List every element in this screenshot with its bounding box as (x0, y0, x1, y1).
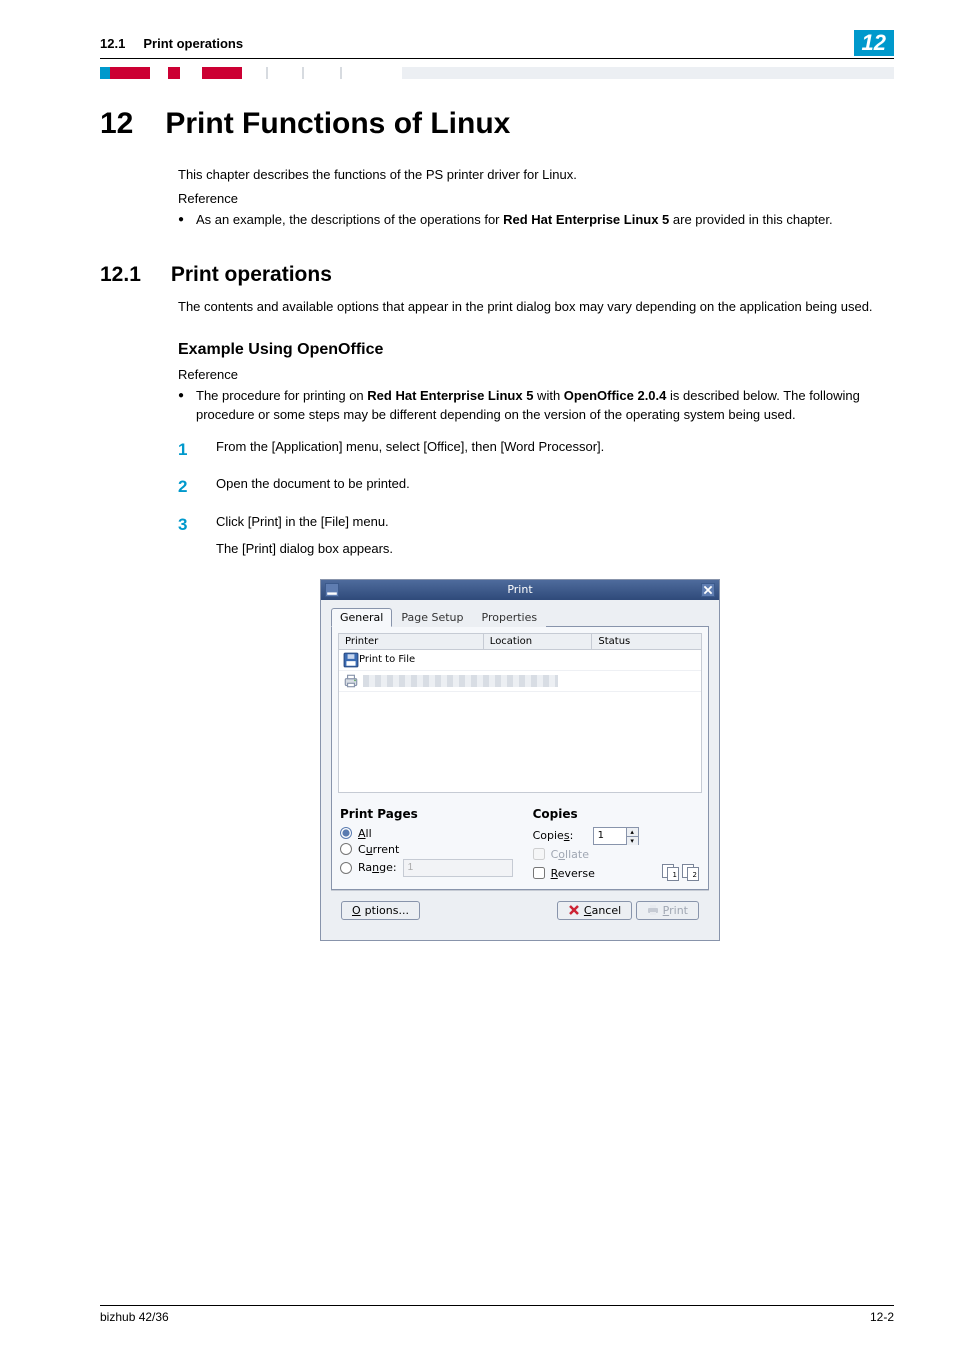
intro-p1: This chapter describes the functions of … (178, 165, 894, 185)
dialog-tabs: General Page Setup Properties (331, 608, 709, 627)
header-section-title: Print operations (143, 36, 243, 51)
h1-text: Print Functions of Linux (165, 107, 510, 141)
print-pages-group: Print Pages All Current Range: (340, 807, 513, 883)
print-dialog: Print General Page Setup Properties Prin… (320, 579, 720, 941)
h3: Example Using OpenOffice (178, 341, 894, 359)
dialog-titlebar[interactable]: Print (321, 580, 719, 600)
copies-row: Copies: 1 ▴ ▾ (533, 827, 700, 845)
check-collate-input (533, 848, 545, 860)
cancel-button[interactable]: Cancel (557, 901, 632, 920)
h1-number: 12 (100, 107, 133, 141)
col-header-status[interactable]: Status (592, 634, 701, 649)
step-2-number: 2 (178, 474, 192, 500)
radio-all[interactable]: All (340, 827, 513, 840)
header-left: 12.1 Print operations (100, 36, 243, 51)
step-1-text: From the [Application] menu, select [Off… (216, 437, 604, 463)
printer-icon (343, 673, 359, 689)
printer-row-file-label: Print to File (359, 654, 415, 665)
radio-current-input[interactable] (340, 843, 352, 855)
tab-properties[interactable]: Properties (473, 608, 547, 627)
footer-right: 12-2 (870, 1310, 894, 1324)
cancel-icon (568, 904, 580, 916)
step-2: 2 Open the document to be printed. (178, 474, 894, 500)
section-paragraph: The contents and available options that … (178, 297, 894, 317)
minimize-icon[interactable] (325, 583, 339, 597)
tab-panel-general: Printer Location Status Print to File (331, 626, 709, 890)
tab-general[interactable]: General (331, 608, 392, 627)
print-pages-title: Print Pages (340, 807, 513, 821)
decorative-strip (100, 67, 894, 79)
h3-bullet: The procedure for printing on Red Hat En… (178, 386, 894, 425)
print-button[interactable]: Print (636, 901, 699, 920)
h2: 12.1 Print operations (100, 263, 894, 287)
radio-range-input[interactable] (340, 862, 352, 874)
intro-bullet: As an example, the descriptions of the o… (178, 210, 894, 230)
col-header-location[interactable]: Location (484, 634, 593, 649)
spin-up-icon[interactable]: ▴ (626, 828, 638, 837)
print-icon (647, 904, 659, 916)
step-3-number: 3 (178, 512, 192, 559)
check-reverse-input[interactable] (533, 867, 545, 879)
doc-header: 12.1 Print operations 12 (100, 30, 894, 59)
spin-down-icon[interactable]: ▾ (626, 837, 638, 845)
save-icon (343, 652, 359, 668)
printer-row-file[interactable]: Print to File (339, 650, 701, 671)
options-button[interactable]: Options... (341, 901, 420, 920)
redacted-printer-name (363, 675, 558, 687)
range-input[interactable] (403, 859, 513, 877)
copies-group: Copies Copies: 1 ▴ ▾ (533, 807, 700, 883)
copies-value: 1 (594, 828, 626, 844)
doc-footer: bizhub 42/36 12-2 (100, 1305, 894, 1324)
printer-list[interactable]: Printer Location Status Print to File (338, 633, 702, 793)
check-reverse[interactable]: Reverse (533, 867, 595, 880)
header-section-num: 12.1 (100, 36, 125, 51)
h1: 12 Print Functions of Linux (100, 107, 894, 141)
step-1-number: 1 (178, 437, 192, 463)
radio-current[interactable]: Current (340, 843, 513, 856)
radio-all-input[interactable] (340, 827, 352, 839)
dialog-footer: Options... Cancel Print (331, 890, 709, 930)
copies-title: Copies (533, 807, 700, 821)
printer-list-header: Printer Location Status (339, 634, 701, 650)
col-header-printer[interactable]: Printer (339, 634, 484, 649)
collate-icon: 11 22 (662, 864, 700, 882)
h2-text: Print operations (171, 263, 332, 287)
printer-row-device[interactable] (339, 671, 701, 692)
printer-list-empty (339, 692, 701, 792)
footer-left: bizhub 42/36 (100, 1310, 169, 1324)
radio-range[interactable]: Range: (340, 859, 513, 877)
h3-reference-label: Reference (178, 367, 894, 382)
chapter-badge: 12 (854, 30, 894, 56)
close-icon[interactable] (701, 583, 715, 597)
step-3: 3 Click [Print] in the [File] menu. The … (178, 512, 894, 559)
dialog-title: Print (339, 583, 701, 596)
step-3-sub: The [Print] dialog box appears. (216, 539, 393, 559)
step-2-text: Open the document to be printed. (216, 474, 410, 500)
tab-page-setup[interactable]: Page Setup (392, 608, 472, 627)
h2-number: 12.1 (100, 263, 141, 287)
step-1: 1 From the [Application] menu, select [O… (178, 437, 894, 463)
copies-spinner[interactable]: 1 ▴ ▾ (593, 827, 639, 845)
check-collate[interactable]: Collate (533, 848, 700, 861)
step-3-text: Click [Print] in the [File] menu. (216, 512, 393, 532)
reference-label: Reference (178, 191, 894, 206)
